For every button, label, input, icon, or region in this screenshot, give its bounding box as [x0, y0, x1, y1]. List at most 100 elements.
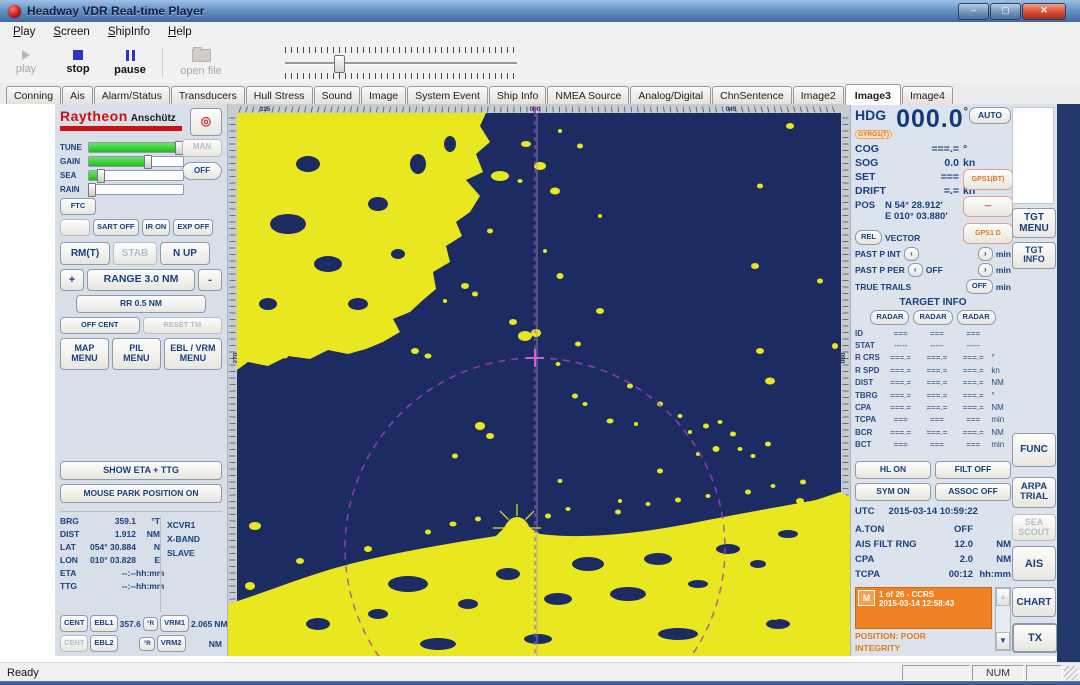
tgt-menu-button[interactable]: TGT MENU	[1012, 208, 1056, 239]
play-button[interactable]: play	[0, 45, 52, 81]
rain-slider[interactable]	[88, 184, 184, 195]
tab-nmea-source[interactable]: NMEA Source	[547, 86, 629, 104]
tab-chnsentence[interactable]: ChnSentence	[712, 86, 792, 104]
resize-grip[interactable]	[1064, 666, 1078, 680]
ais-button[interactable]: AIS	[1012, 546, 1056, 581]
hl-on-button[interactable]: HL ON	[855, 461, 931, 479]
arpa-trial-button[interactable]: ARPA TRIAL	[1012, 477, 1056, 509]
gain-thumb[interactable]	[144, 155, 152, 169]
tab-image4[interactable]: Image4	[902, 86, 953, 104]
n-up-button[interactable]: N UP	[160, 242, 210, 265]
sym-on-button[interactable]: SYM ON	[855, 483, 931, 501]
gps1-d-button[interactable]: GPS1 D	[963, 223, 1013, 244]
radar-2-button[interactable]: RADAR	[913, 310, 952, 325]
tab-analog-digital[interactable]: Analog/Digital	[630, 86, 711, 104]
ebl2-button[interactable]: EBL2	[90, 635, 117, 652]
radar-3-button[interactable]: RADAR	[957, 310, 996, 325]
sart-off-button[interactable]: SART OFF	[93, 219, 139, 236]
past-int-increase-button[interactable]: ›	[978, 247, 993, 261]
cent2-button[interactable]: CENT	[60, 635, 88, 652]
ebl2-unit-toggle[interactable]: °R	[139, 637, 154, 651]
sea-slider[interactable]	[88, 170, 184, 181]
rm-t-button[interactable]: RM(T)	[60, 242, 110, 265]
scroll-down-icon[interactable]: ▼	[996, 632, 1010, 650]
man-button[interactable]: MAN	[182, 139, 222, 157]
maximize-button[interactable]: ▢	[990, 3, 1021, 20]
tab-conning[interactable]: Conning	[6, 86, 61, 104]
stab-button[interactable]: STAB	[113, 242, 157, 265]
tab-hull-stress[interactable]: Hull Stress	[246, 86, 313, 104]
past-int-decrease-button[interactable]: ‹	[904, 247, 919, 261]
close-button[interactable]: ✕	[1022, 3, 1066, 20]
hdg-label: HDG	[855, 107, 892, 123]
minimize-button[interactable]: –	[958, 3, 989, 20]
tab-image[interactable]: Image	[361, 86, 406, 104]
chart-button[interactable]: CHART	[1012, 587, 1056, 617]
slider-track[interactable]	[285, 62, 517, 64]
rain-thumb[interactable]	[88, 183, 96, 197]
tab-system-event[interactable]: System Event	[407, 86, 488, 104]
dash-button[interactable]: —	[963, 196, 1013, 217]
open-file-button[interactable]: open file	[169, 45, 233, 81]
range-minus-button[interactable]: -	[198, 269, 222, 291]
tab-image2[interactable]: Image2	[793, 86, 844, 104]
ebl-vrm-menu-button[interactable]: EBL / VRM MENU	[164, 338, 222, 370]
sea-thumb[interactable]	[97, 169, 105, 183]
exp-off-button[interactable]: EXP OFF	[173, 219, 213, 236]
playback-slider[interactable]	[285, 47, 517, 79]
past-per-decrease-button[interactable]: ‹	[908, 263, 923, 277]
map-menu-button[interactable]: MAP MENU	[60, 338, 109, 370]
tab-alarm-status[interactable]: Alarm/Status	[94, 86, 170, 104]
rr-button[interactable]: RR 0.5 NM	[76, 295, 206, 313]
stop-button[interactable]: stop	[52, 45, 104, 81]
range-plus-button[interactable]: +	[60, 269, 84, 291]
tab-sound[interactable]: Sound	[314, 86, 360, 104]
pause-button[interactable]: pause	[104, 45, 156, 81]
range-button[interactable]: RANGE 3.0 NM	[87, 269, 195, 291]
mouse-park-button[interactable]: MOUSE PARK POSITION ON	[60, 484, 222, 503]
ebl2-row: CENT EBL2 °R VRM2 NM	[60, 635, 222, 652]
title-bar[interactable]: Headway VDR Real-time Player – ▢ ✕	[0, 0, 1080, 23]
tune-slider[interactable]	[88, 142, 184, 153]
alarm-scrollbar[interactable]: ▲ ▼	[995, 587, 1011, 651]
pil-menu-button[interactable]: PIL MENU	[112, 338, 161, 370]
sea-scout-button[interactable]: SEA SCOUT	[1012, 514, 1056, 541]
ebl1-unit-toggle[interactable]: °R	[143, 617, 158, 631]
past-per-increase-button[interactable]: ›	[978, 263, 993, 277]
reset-tm-button[interactable]: RESET TM	[143, 317, 223, 334]
tab-image3[interactable]: Image3	[845, 84, 901, 105]
tab-ship-info[interactable]: Ship Info	[489, 86, 546, 104]
slider-thumb[interactable]	[334, 55, 345, 73]
radar-1-button[interactable]: RADAR	[870, 310, 909, 325]
vrm2-button[interactable]: VRM2	[157, 635, 186, 652]
off-cent-button[interactable]: OFF CENT	[60, 317, 140, 334]
tx-button[interactable]: TX	[1012, 623, 1058, 653]
gain-slider[interactable]	[88, 156, 184, 167]
ir-on-button[interactable]: IR ON	[142, 219, 171, 236]
ebl1-button[interactable]: EBL1	[90, 615, 117, 632]
tab-transducers[interactable]: Transducers	[171, 86, 245, 104]
radar-screenshot: RaytheonAnschütz ◎ TUNE MAN GAIN OFF SE	[55, 104, 1057, 656]
func-button[interactable]: FUNC	[1012, 433, 1056, 467]
true-trails-off-button[interactable]: OFF	[966, 279, 993, 294]
radar-ppi[interactable]: 315000045270090	[228, 104, 850, 656]
tab-ais[interactable]: Ais	[62, 86, 93, 104]
assoc-off-button[interactable]: ASSOC OFF	[935, 483, 1011, 501]
menu-play[interactable]: Play	[4, 24, 44, 40]
show-eta-ttg-button[interactable]: SHOW ETA + TTG	[60, 461, 222, 480]
menu-shipinfo[interactable]: ShipInfo	[99, 24, 159, 40]
ftc-button[interactable]: FTC	[60, 198, 96, 215]
small-disabled-button[interactable]	[60, 219, 90, 236]
filt-off-button[interactable]: FILT OFF	[935, 461, 1011, 479]
vrm1-button[interactable]: VRM1	[160, 615, 189, 632]
auto-button[interactable]: AUTO	[969, 107, 1011, 124]
tgt-info-button[interactable]: TGT INFO	[1012, 242, 1056, 268]
rel-button[interactable]: REL	[855, 230, 882, 245]
menu-help[interactable]: Help	[159, 24, 201, 40]
gps1-bt-button[interactable]: GPS1(BT)	[963, 169, 1013, 190]
alarm-entry[interactable]: M 1 of 26 - CCRS2015-03-14 12:58:43	[855, 587, 992, 629]
menu-screen[interactable]: Screen	[44, 24, 98, 40]
cent1-button[interactable]: CENT	[60, 615, 88, 632]
scroll-up-icon[interactable]: ▲	[996, 588, 1010, 606]
brand-logo-button[interactable]: ◎	[190, 108, 222, 136]
